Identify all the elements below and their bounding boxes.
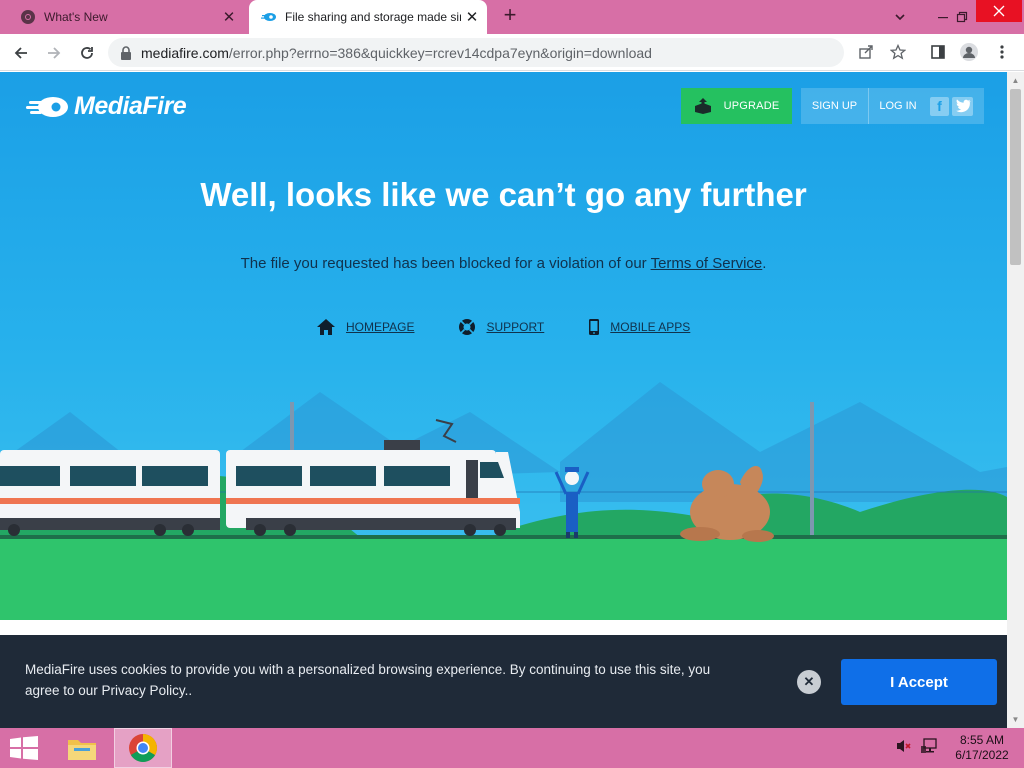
chrome-icon: [21, 10, 35, 24]
reload-icon: [81, 47, 93, 59]
scroll-down-arrow-icon[interactable]: ▼: [1007, 711, 1024, 728]
restore-button[interactable]: [946, 0, 978, 34]
upgrade-label: UPGRADE: [723, 100, 780, 112]
url-domain: mediafire.com: [141, 44, 229, 61]
train-illustration: [0, 382, 1007, 620]
close-tab-icon[interactable]: ✕: [218, 8, 240, 26]
cookie-message: MediaFire uses cookies to provide you wi…: [25, 662, 711, 698]
clock-date: 6/17/2022: [955, 748, 1009, 762]
url-path: /error.php?errno=386&quickkey=rcrev14cdp…: [228, 44, 652, 61]
share-icon[interactable]: [856, 42, 876, 62]
login-link[interactable]: LOG IN: [869, 100, 927, 112]
new-tab-button[interactable]: +: [498, 4, 522, 28]
bookmark-star-icon[interactable]: [888, 42, 908, 62]
close-tab-icon[interactable]: ✕: [461, 8, 483, 26]
help-links: HOMEPAGE SUPPORT MOBILE APPS: [316, 318, 734, 336]
facebook-icon[interactable]: f: [930, 96, 949, 116]
url-text: mediafire.com/error.php?errno=386&quickk…: [141, 45, 652, 61]
reload-button[interactable]: [74, 40, 100, 66]
mediafire-logo[interactable]: MediaFire: [26, 92, 187, 121]
signup-link[interactable]: SIGN UP: [801, 88, 869, 124]
address-bar[interactable]: mediafire.com/error.php?errno=386&quickk…: [108, 38, 844, 67]
mediafire-icon: [261, 13, 276, 21]
windows-taskbar: 8:55 AM 6/17/2022: [0, 728, 1024, 768]
menu-kebab-icon[interactable]: [992, 42, 1012, 62]
error-message-end: .: [762, 255, 767, 272]
page-scrollbar[interactable]: ▲ ▼: [1007, 72, 1024, 728]
chrome-icon: [129, 734, 157, 762]
scrollbar-thumb[interactable]: [1010, 89, 1021, 265]
page-viewport: MediaFire UPGRADE SIGN UP LOG IN f Well,…: [0, 72, 1007, 728]
tab-strip: What's New ✕ File sharing and storage ma…: [0, 0, 1024, 34]
logo-wordmark: MediaFire: [74, 92, 187, 120]
back-arrow-icon: [14, 47, 27, 59]
rail-track: [0, 535, 1007, 539]
folder-icon: [68, 740, 96, 760]
train-car: [0, 450, 220, 536]
accept-cookies-button[interactable]: I Accept: [841, 659, 997, 705]
side-panel-icon[interactable]: [928, 42, 948, 62]
auth-bar: SIGN UP LOG IN f: [801, 88, 984, 124]
file-explorer-taskbar-button[interactable]: [56, 728, 108, 768]
forward-arrow-icon: [48, 47, 61, 59]
tab-mediafire[interactable]: File sharing and storage made simple ✕: [249, 0, 487, 34]
page-title: Well, looks like we can’t go any further: [200, 176, 807, 213]
mediafire-flame-icon: [26, 96, 68, 117]
cookie-banner: MediaFire uses cookies to provide you wi…: [0, 635, 1007, 728]
mobile-apps-link[interactable]: MOBILE APPS: [588, 318, 690, 336]
terms-of-service-link[interactable]: Terms of Service: [651, 255, 763, 272]
upgrade-box-icon: [694, 98, 711, 114]
system-tray: [895, 738, 941, 754]
homepage-label: HOMEPAGE: [346, 320, 415, 334]
scroll-up-arrow-icon[interactable]: ▲: [1007, 72, 1024, 89]
tab-title: File sharing and storage made simple: [285, 10, 461, 24]
profile-avatar-icon[interactable]: [959, 42, 979, 62]
tab-whats-new[interactable]: What's New ✕: [8, 0, 244, 34]
windows-start-icon[interactable]: [8, 736, 40, 760]
speaker-muted-icon[interactable]: [895, 738, 913, 754]
phone-icon: [589, 319, 600, 335]
pole: [810, 402, 814, 542]
error-message-text: The file you requested has been blocked …: [240, 255, 651, 272]
mobile-apps-label: MOBILE APPS: [610, 320, 691, 334]
clock-time: 8:55 AM: [959, 733, 1005, 747]
upgrade-button[interactable]: UPGRADE: [681, 88, 792, 124]
cookie-close-button[interactable]: ✕: [797, 670, 821, 694]
mountain: [560, 382, 1007, 502]
tab-title: What's New: [44, 10, 108, 24]
homepage-link[interactable]: HOMEPAGE: [316, 318, 414, 336]
browser-toolbar: mediafire.com/error.php?errno=386&quickk…: [0, 34, 1024, 71]
close-window-button[interactable]: [976, 0, 1022, 22]
forward-button[interactable]: [41, 40, 67, 66]
tab-search-icon[interactable]: [884, 0, 916, 34]
support-link[interactable]: SUPPORT: [458, 318, 544, 336]
grass: [0, 537, 1007, 620]
lock-icon: [121, 45, 131, 60]
home-icon: [317, 319, 335, 335]
chrome-taskbar-button[interactable]: [114, 728, 172, 768]
hero-section: MediaFire UPGRADE SIGN UP LOG IN f Well,…: [0, 72, 1007, 620]
content-gap: [0, 620, 1007, 634]
twitter-icon[interactable]: [952, 96, 973, 116]
error-message: The file you requested has been blocked …: [0, 255, 1007, 272]
taskbar-clock[interactable]: 8:55 AM 6/17/2022: [952, 733, 1012, 763]
support-label: SUPPORT: [486, 320, 545, 334]
lifebuoy-icon: [459, 319, 476, 335]
back-button[interactable]: [8, 40, 34, 66]
network-icon[interactable]: [921, 738, 941, 754]
